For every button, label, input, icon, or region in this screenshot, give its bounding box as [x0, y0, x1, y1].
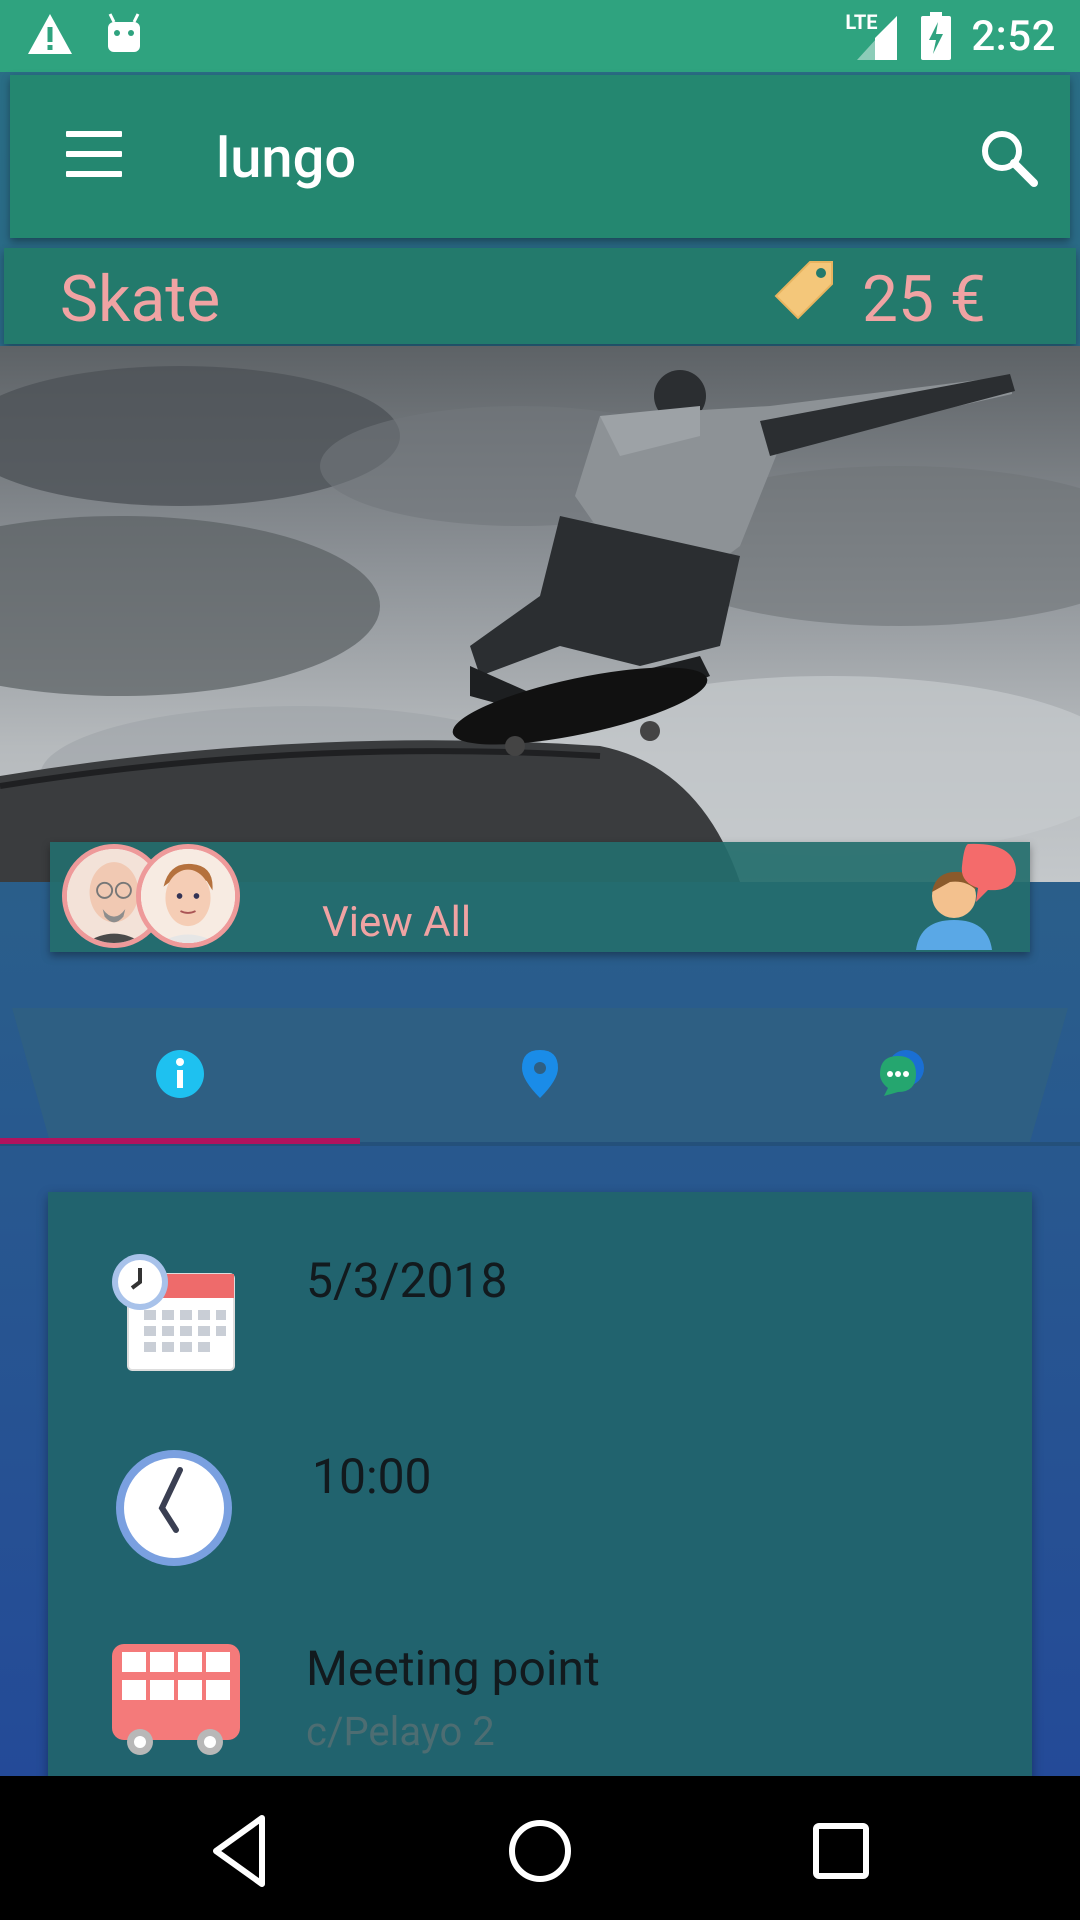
activity-name: Skate: [60, 262, 221, 337]
view-all-link[interactable]: View All: [322, 898, 471, 947]
system-nav-bar: [0, 1776, 1080, 1920]
chat-bubbles-icon: [880, 1050, 924, 1096]
tab-info[interactable]: [0, 1008, 360, 1146]
skateboarder-photo: [0, 346, 1080, 882]
activity-details-card: 5/3/2018 10:00 Meeting point c/Pelayo 2: [48, 1192, 1032, 1792]
price-tag-icon: [774, 261, 833, 320]
clock-icon: [116, 1450, 232, 1566]
bus-icon: [112, 1644, 240, 1755]
avatar-young-man[interactable]: [136, 844, 240, 948]
search-icon[interactable]: [974, 123, 1044, 193]
event-time: 10:00: [312, 1448, 432, 1505]
info-icon: [156, 1050, 204, 1098]
date-row: 5/3/2018: [48, 1252, 1032, 1402]
lte-signal-icon: LTE: [845, 8, 901, 64]
android-debug-icon: [108, 13, 140, 52]
meeting-point-label: Meeting point: [306, 1640, 600, 1697]
activity-header: Skate 25 €: [4, 248, 1076, 344]
back-button-icon[interactable]: [196, 1806, 286, 1896]
home-button-icon[interactable]: [495, 1806, 585, 1896]
tab-chat[interactable]: [720, 1008, 1080, 1146]
battery-charging-icon: [921, 12, 952, 60]
meeting-point-address: c/Pelayo 2: [306, 1708, 495, 1755]
app-bar: lungo: [10, 75, 1070, 238]
hamburger-menu-icon[interactable]: [54, 131, 126, 183]
participants-card[interactable]: View All: [50, 842, 1030, 952]
calendar-clock-icon: [112, 1254, 235, 1371]
person-chat-icon[interactable]: [910, 842, 1020, 950]
app-title: lungo: [216, 125, 357, 191]
status-bar: LTE 2:52: [0, 0, 1080, 72]
section-tabs: [0, 1008, 1080, 1146]
time-row: 10:00: [48, 1448, 1032, 1598]
event-date: 5/3/2018: [306, 1252, 508, 1309]
warning-icon: [28, 14, 72, 54]
meeting-point-row: Meeting point c/Pelayo 2: [48, 1640, 1032, 1790]
tab-selected-indicator: [0, 1138, 360, 1144]
map-pin-icon: [522, 1050, 558, 1098]
recents-button-icon[interactable]: [796, 1806, 886, 1896]
status-time: 2:52: [971, 11, 1056, 61]
activity-price: 25 €: [862, 262, 986, 337]
tab-location[interactable]: [360, 1008, 720, 1146]
